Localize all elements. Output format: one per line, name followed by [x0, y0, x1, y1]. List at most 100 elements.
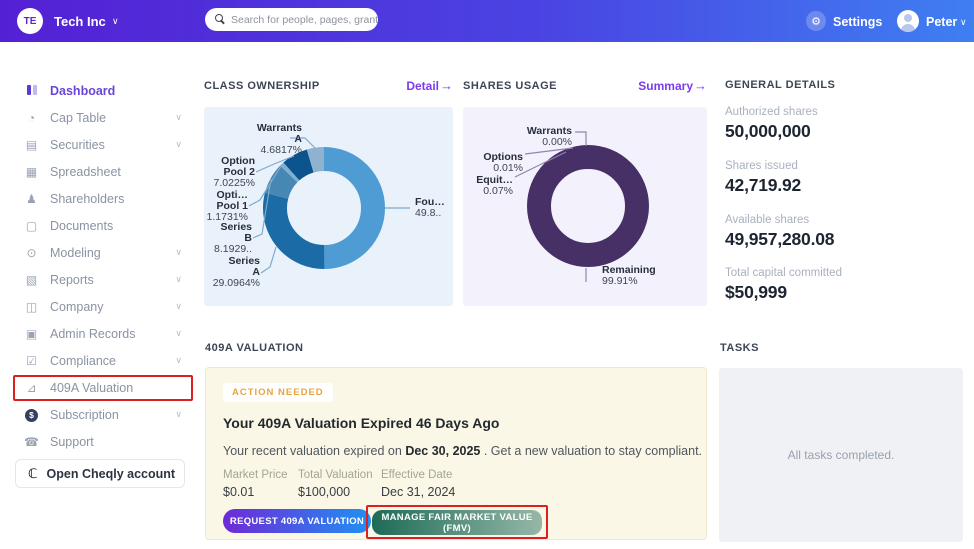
shares-usage-title: SHARES USAGE: [463, 79, 558, 92]
chart-label: Fou… 49.8..: [415, 196, 445, 219]
chart-label: Equit… 0.07%: [476, 174, 513, 197]
chevron-down-icon[interactable]: ∨: [175, 328, 182, 339]
class-ownership-chart: Fou… 49.8.. Series A 29.0964% Series B 8…: [204, 107, 453, 306]
expired-date: Dec 30, 2025: [405, 444, 481, 458]
class-ownership-detail-link[interactable]: Detail→: [406, 78, 453, 93]
sidebar-item-documents[interactable]: ▢ Documents: [0, 212, 200, 239]
sidebar-item-label: Support: [50, 434, 94, 449]
shares-usage-donut[interactable]: [527, 145, 649, 267]
chevron-down-icon[interactable]: ∨: [175, 247, 182, 258]
sidebar-item-shareholders[interactable]: ♟ Shareholders: [0, 185, 200, 212]
arrow-right-icon: →: [440, 78, 453, 93]
chevron-down-icon[interactable]: ∨: [112, 16, 119, 27]
chart-label: Option Pool 2 7.0225%: [213, 155, 255, 189]
company-switcher[interactable]: Tech Inc: [54, 14, 106, 29]
valuation-section-title: 409A VALUATION: [205, 342, 304, 354]
class-ownership-donut[interactable]: [263, 147, 385, 269]
user-avatar[interactable]: [897, 10, 919, 32]
account-button-label: Open Cheqly account: [46, 466, 176, 481]
sidebar-item-label: Cap Table: [50, 110, 107, 125]
chevron-down-icon[interactable]: ∨: [175, 301, 182, 312]
stat-shares-issued: Shares issued 42,719.92: [725, 160, 802, 195]
sidebar-item-support[interactable]: ☎ Support: [0, 428, 200, 455]
global-search: [205, 8, 378, 31]
sidebar-item-subscription[interactable]: $ Subscription ∨: [0, 401, 200, 428]
stat-authorized-shares: Authorized shares 50,000,000: [725, 106, 818, 141]
sidebar-item-label: Dashboard: [50, 83, 116, 98]
securities-icon: ▤: [25, 137, 38, 152]
chart-label: Series A 29.0964%: [212, 255, 260, 289]
gear-icon[interactable]: ⚙: [806, 11, 826, 31]
chevron-down-icon[interactable]: ∨: [175, 409, 182, 420]
tasks-panel: All tasks completed.: [719, 368, 963, 542]
sidebar-item-admin-records[interactable]: ▣ Admin Records ∨: [0, 320, 200, 347]
sidebar-item-label: Reports: [50, 272, 94, 287]
valuation-headline: Your 409A Valuation Expired 46 Days Ago: [223, 415, 500, 431]
class-ownership-title: CLASS OWNERSHIP: [204, 79, 320, 92]
chevron-down-icon[interactable]: ∨: [175, 139, 182, 150]
sidebar-item-label: Modeling: [50, 245, 101, 260]
sidebar-item-label: Documents: [50, 218, 114, 233]
cheqly-logo-icon: ℂ: [28, 465, 38, 481]
arrow-right-icon: →: [694, 78, 707, 93]
tasks-empty-message: All tasks completed.: [787, 448, 895, 462]
sidebar-item-label: Shareholders: [50, 191, 125, 206]
spreadsheet-icon: ▦: [25, 164, 38, 179]
valuation-body-text: Your recent valuation expired on Dec 30,…: [223, 444, 703, 458]
sidebar-item-compliance[interactable]: ☑ Compliance ∨: [0, 347, 200, 374]
sidebar-item-label: Securities: [50, 137, 105, 152]
sidebar-item-label: Subscription: [50, 407, 119, 422]
chart-label: Warrants A 4.6817%: [256, 122, 302, 156]
admin-records-icon: ▣: [25, 326, 38, 341]
request-409a-valuation-button[interactable]: REQUEST 409A VALUATION: [223, 509, 371, 533]
cap-table-icon: ◔: [27, 110, 36, 125]
stat-total-capital-committed: Total capital committed $50,999: [725, 267, 842, 302]
sidebar-item-label: 409A Valuation: [50, 380, 134, 395]
stat-market-price: Market Price $0.01: [223, 469, 288, 499]
chevron-down-icon[interactable]: ∨: [175, 112, 182, 123]
modeling-icon: ⊙: [26, 245, 37, 260]
sidebar-item-label: Company: [50, 299, 104, 314]
sidebar-item-dashboard[interactable]: Dashboard: [0, 77, 200, 104]
valuation-icon: ⊿: [26, 380, 37, 395]
chevron-down-icon[interactable]: ∨: [175, 355, 182, 366]
sidebar: Dashboard ◔ Cap Table ∨ ▤ Securities ∨ ▦ Spreads…: [0, 42, 200, 549]
sidebar-item-reports[interactable]: ▧ Reports ∨: [0, 266, 200, 293]
general-details-title: GENERAL DETAILS: [725, 79, 836, 91]
manage-fmv-button[interactable]: MANAGE FAIR MARKET VALUE (FMV): [372, 510, 542, 535]
sidebar-item-company[interactable]: ◫ Company ∨: [0, 293, 200, 320]
chevron-down-icon[interactable]: ∨: [960, 17, 967, 28]
company-avatar[interactable]: TE: [17, 8, 43, 34]
sidebar-item-409a-valuation[interactable]: ⊿ 409A Valuation: [0, 374, 200, 401]
sidebar-item-label: Admin Records: [50, 326, 136, 341]
sidebar-item-cap-table[interactable]: ◔ Cap Table ∨: [0, 104, 200, 131]
chart-label: Warrants 0.00%: [526, 125, 572, 148]
user-menu[interactable]: Peter: [926, 15, 957, 29]
sidebar-item-securities[interactable]: ▤ Securities ∨: [0, 131, 200, 158]
settings-button[interactable]: Settings: [833, 15, 882, 29]
shares-usage-summary-link[interactable]: Summary→: [638, 78, 707, 93]
chevron-down-icon[interactable]: ∨: [175, 274, 182, 285]
shares-usage-chart: Warrants 0.00% Options 0.01% Equit… 0.07…: [463, 107, 707, 306]
subscription-icon: $: [24, 407, 39, 422]
stat-effective-date: Effective Date Dec 31, 2024: [381, 469, 456, 499]
stat-total-valuation: Total Valuation $100,000: [298, 469, 373, 499]
reports-icon: ▧: [25, 272, 38, 287]
top-header-bar: TE Tech Inc ∨ ⚙ Settings Peter ∨: [0, 0, 974, 42]
sidebar-item-modeling[interactable]: ⊙ Modeling ∨: [0, 239, 200, 266]
sidebar-item-spreadsheet[interactable]: ▦ Spreadsheet: [0, 158, 200, 185]
tasks-section-title: TASKS: [720, 342, 759, 354]
sidebar-item-label: Spreadsheet: [50, 164, 121, 179]
donut-slice-remaining[interactable]: [527, 145, 649, 267]
sidebar-nav: Dashboard ◔ Cap Table ∨ ▤ Securities ∨ ▦ Spreads…: [0, 42, 200, 455]
valuation-alert-card: ACTION NEEDED Your 409A Valuation Expire…: [205, 367, 707, 540]
search-input[interactable]: [205, 8, 378, 31]
open-cheqly-account-button[interactable]: ℂ Open Cheqly account: [15, 459, 185, 488]
dashboard-icon: [24, 84, 39, 98]
stat-available-shares: Available shares 49,957,280.08: [725, 214, 835, 249]
documents-icon: ▢: [25, 218, 38, 233]
chart-label: Opti… Pool 1 1.1731%: [206, 189, 248, 223]
chart-label: Series B 8.1929..: [214, 221, 252, 255]
company-icon: ◫: [25, 299, 38, 314]
sidebar-item-label: Compliance: [50, 353, 117, 368]
